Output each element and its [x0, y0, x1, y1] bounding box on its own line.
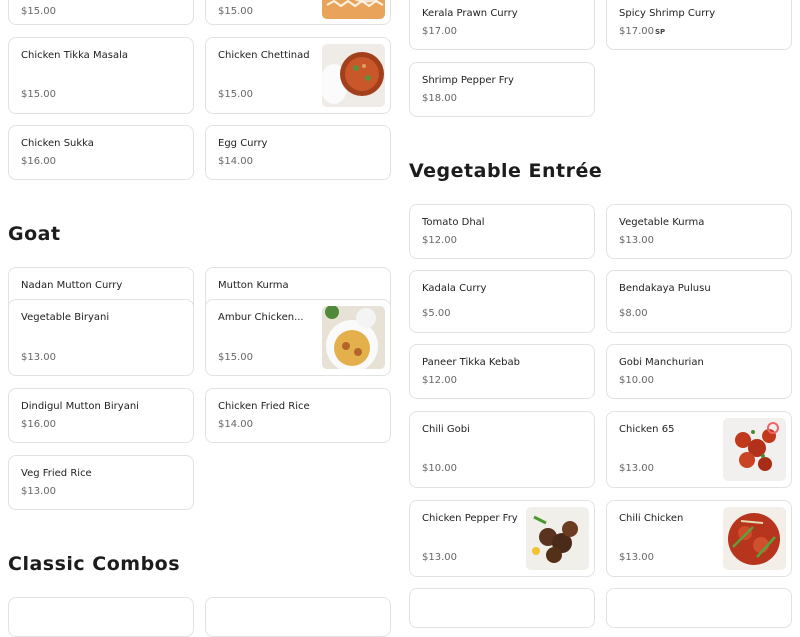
item-price: $14.00 — [218, 419, 253, 430]
item-price: $13.00 — [619, 463, 654, 474]
item-name: Spicy Shrimp Curry — [619, 8, 716, 19]
food-photo — [526, 507, 589, 570]
menu-item-card[interactable]: Gobi Manchurian $10.00 — [606, 344, 792, 399]
item-price: $12.00 — [422, 375, 457, 386]
item-name: Vegetable Biryani — [21, 312, 110, 323]
menu-item-card[interactable] — [606, 588, 792, 628]
item-name: Chicken Chettinad — [218, 50, 310, 61]
item-name: Veg Fried Rice — [21, 468, 92, 479]
item-name: Chili Gobi — [422, 424, 470, 435]
item-name: Shrimp Pepper Fry — [422, 75, 514, 86]
menu-item-card[interactable]: Chicken Tikka Masala $15.00 — [8, 37, 194, 114]
menu-item-card[interactable]: Dindigul Mutton Biryani $16.00 — [8, 388, 194, 443]
item-price: $15.00 — [218, 352, 253, 363]
section-heading-vegetable-entree: Vegetable Entrée — [409, 160, 603, 182]
item-price: $16.00 — [21, 419, 56, 430]
item-price: $10.00 — [422, 463, 457, 474]
menu-item-card[interactable] — [409, 588, 595, 628]
item-name: Kadala Curry — [422, 283, 487, 294]
menu-item-card[interactable]: Chili Chicken $13.00 — [606, 500, 792, 577]
menu-item-card[interactable]: Chicken Pepper Fry $13.00 — [409, 500, 595, 577]
menu-item-card[interactable]: $15.00 — [8, 0, 194, 25]
item-name: Egg Curry — [218, 138, 268, 149]
menu-item-card[interactable]: Chicken Fried Rice $14.00 — [205, 388, 391, 443]
food-photo — [723, 507, 786, 570]
item-name: Chicken Tikka Masala — [21, 50, 128, 61]
menu-item-card[interactable]: Kerala Prawn Curry $17.00 — [409, 0, 595, 50]
item-name: Chili Chicken — [619, 513, 684, 524]
item-price: $8.00 — [619, 308, 648, 319]
menu-item-card[interactable]: Bendakaya Pulusu $8.00 — [606, 270, 792, 333]
item-name: Mutton Kurma — [218, 280, 289, 291]
menu-item-card[interactable]: Vegetable Kurma $13.00 — [606, 204, 792, 259]
food-photo — [322, 44, 385, 107]
food-photo — [322, 0, 385, 19]
menu-item-card[interactable]: $15.00 — [205, 0, 391, 25]
menu-item-card[interactable]: Ambur Chicken... $15.00 — [205, 299, 391, 376]
item-price: $15.00 — [218, 6, 253, 17]
item-name: Chicken Fried Rice — [218, 401, 310, 412]
item-name: Ambur Chicken... — [218, 312, 304, 323]
item-price: $10.00 — [619, 375, 654, 386]
item-name: Vegetable Kurma — [619, 217, 705, 228]
menu-item-card[interactable]: Shrimp Pepper Fry $18.00 — [409, 62, 595, 117]
item-name: Chicken 65 — [619, 424, 675, 435]
spicy-badge: SP — [655, 28, 666, 36]
menu-item-card[interactable]: Chili Gobi $10.00 — [409, 411, 595, 488]
item-name: Kerala Prawn Curry — [422, 8, 518, 19]
item-price: $5.00 — [422, 308, 451, 319]
item-name: Gobi Manchurian — [619, 357, 704, 368]
item-name: Tomato Dhal — [422, 217, 485, 228]
item-name: Chicken Sukka — [21, 138, 94, 149]
menu-item-card[interactable]: Veg Fried Rice $13.00 — [8, 455, 194, 510]
menu-item-card[interactable]: Chicken Chettinad $15.00 — [205, 37, 391, 114]
menu-item-card[interactable]: Tomato Dhal $12.00 — [409, 204, 595, 259]
item-price: $13.00 — [21, 352, 56, 363]
item-price: $15.00 — [21, 6, 56, 17]
item-price: $18.00 — [422, 93, 457, 104]
item-price: $13.00 — [422, 552, 457, 563]
item-price: $12.00 — [422, 235, 457, 246]
item-price: $16.00 — [21, 156, 56, 167]
menu-item-card[interactable] — [205, 597, 391, 637]
item-name: Nadan Mutton Curry — [21, 280, 123, 291]
item-price: $13.00 — [619, 552, 654, 563]
item-price: $15.00 — [218, 89, 253, 100]
item-price: $17.00 — [422, 26, 457, 37]
item-price: $13.00 — [619, 235, 654, 246]
menu-item-card[interactable]: Spicy Shrimp Curry $17.00 SP — [606, 0, 792, 50]
item-price: $13.00 — [21, 486, 56, 497]
section-heading-classic-combos: Classic Combos — [8, 553, 181, 575]
menu-item-card[interactable]: Paneer Tikka Kebab $12.00 — [409, 344, 595, 399]
menu-item-card[interactable]: Chicken 65 $13.00 — [606, 411, 792, 488]
item-price: $14.00 — [218, 156, 253, 167]
section-heading-goat: Goat — [8, 223, 61, 245]
item-name: Chicken Pepper Fry — [422, 513, 518, 524]
item-name: Paneer Tikka Kebab — [422, 357, 520, 368]
food-photo — [723, 418, 786, 481]
food-photo — [322, 306, 385, 369]
menu-item-card[interactable] — [8, 597, 194, 637]
menu-item-card[interactable]: Egg Curry $14.00 — [205, 125, 391, 180]
item-price: $17.00 — [619, 26, 654, 37]
menu-item-card[interactable]: Kadala Curry $5.00 — [409, 270, 595, 333]
menu-item-card[interactable]: Vegetable Biryani $13.00 — [8, 299, 194, 376]
item-price: $15.00 — [21, 89, 56, 100]
menu-item-card[interactable]: Chicken Sukka $16.00 — [8, 125, 194, 180]
item-name: Dindigul Mutton Biryani — [21, 401, 139, 412]
item-name: Bendakaya Pulusu — [619, 283, 711, 294]
